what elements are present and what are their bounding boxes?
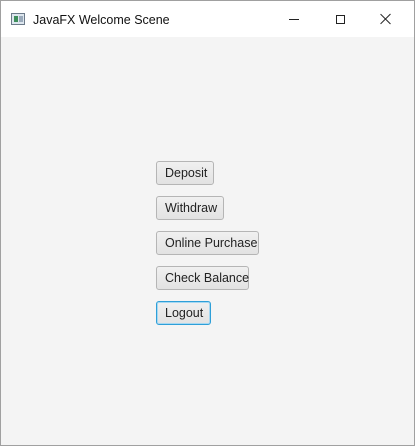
window-title: JavaFX Welcome Scene bbox=[33, 13, 170, 27]
minimize-icon bbox=[289, 18, 299, 20]
minimize-button[interactable] bbox=[271, 1, 317, 37]
check-balance-button[interactable]: Check Balance bbox=[156, 266, 249, 290]
maximize-button[interactable] bbox=[317, 1, 363, 37]
deposit-button[interactable]: Deposit bbox=[156, 161, 214, 185]
app-window: JavaFX Welcome Scene Deposit Withdraw On… bbox=[0, 0, 415, 446]
app-icon bbox=[11, 13, 25, 25]
withdraw-button[interactable]: Withdraw bbox=[156, 196, 224, 220]
scene-content: Deposit Withdraw Online Purchase Check B… bbox=[1, 37, 414, 445]
close-icon bbox=[380, 13, 392, 25]
title-bar[interactable]: JavaFX Welcome Scene bbox=[1, 1, 414, 37]
close-button[interactable] bbox=[363, 1, 409, 37]
online-purchase-button[interactable]: Online Purchase bbox=[156, 231, 259, 255]
maximize-icon bbox=[335, 14, 345, 24]
logout-button[interactable]: Logout bbox=[156, 301, 211, 325]
